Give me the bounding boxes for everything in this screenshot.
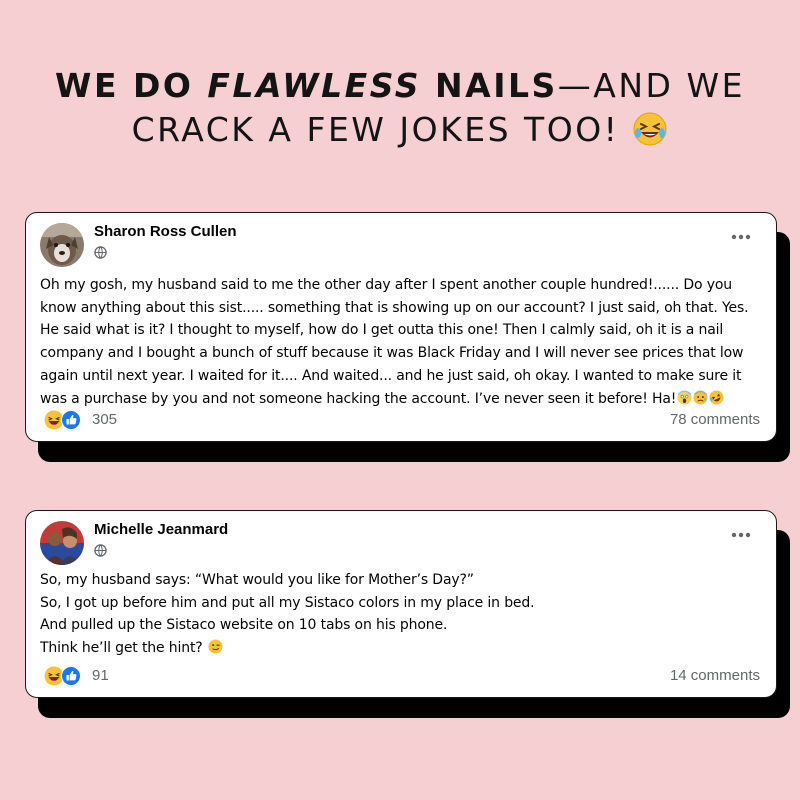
headline-line-2: CRACK A FEW JOKES TOO! <box>0 108 800 152</box>
post-card-2: Michelle Jeanmard So, my husband says: “… <box>25 510 790 718</box>
more-options-icon[interactable] <box>730 233 752 241</box>
wink-emoji-icon <box>208 639 223 654</box>
avatar[interactable] <box>40 223 84 267</box>
reaction-count: 91 <box>92 667 109 684</box>
reaction-count: 305 <box>92 411 118 428</box>
headline-line-1: WE DO FLAWLESS NAILS—AND WE <box>55 66 745 105</box>
headline-emphasis: FLAWLESS <box>207 66 422 105</box>
rofl-emoji-icon <box>632 111 668 147</box>
comments-link[interactable]: 14 comments <box>670 667 760 684</box>
post-body: Oh my gosh, my husband said to me the ot… <box>40 277 749 407</box>
post-card: Sharon Ross Cullen Oh my gosh, my husban… <box>25 212 777 442</box>
like-reaction-icon <box>61 666 81 686</box>
globe-icon <box>94 246 107 259</box>
post-body: So, my husband says: “What would you lik… <box>40 572 535 657</box>
post-card: Michelle Jeanmard So, my husband says: “… <box>25 510 777 698</box>
globe-icon <box>94 544 107 557</box>
author-name[interactable]: Sharon Ross Cullen <box>94 223 237 240</box>
headline: WE DO FLAWLESS NAILS—AND WE CRACK A FEW … <box>0 64 800 152</box>
like-reaction-icon <box>61 410 81 430</box>
avatar[interactable] <box>40 521 84 565</box>
comments-link[interactable]: 78 comments <box>670 411 760 428</box>
author-name[interactable]: Michelle Jeanmard <box>94 521 228 538</box>
more-options-icon[interactable] <box>730 531 752 539</box>
anxious-emoji-icon <box>693 390 708 405</box>
post-card-1: Sharon Ross Cullen Oh my gosh, my husban… <box>25 212 790 462</box>
rofl-emoji-icon <box>709 390 724 405</box>
scream-emoji-icon <box>677 390 692 405</box>
